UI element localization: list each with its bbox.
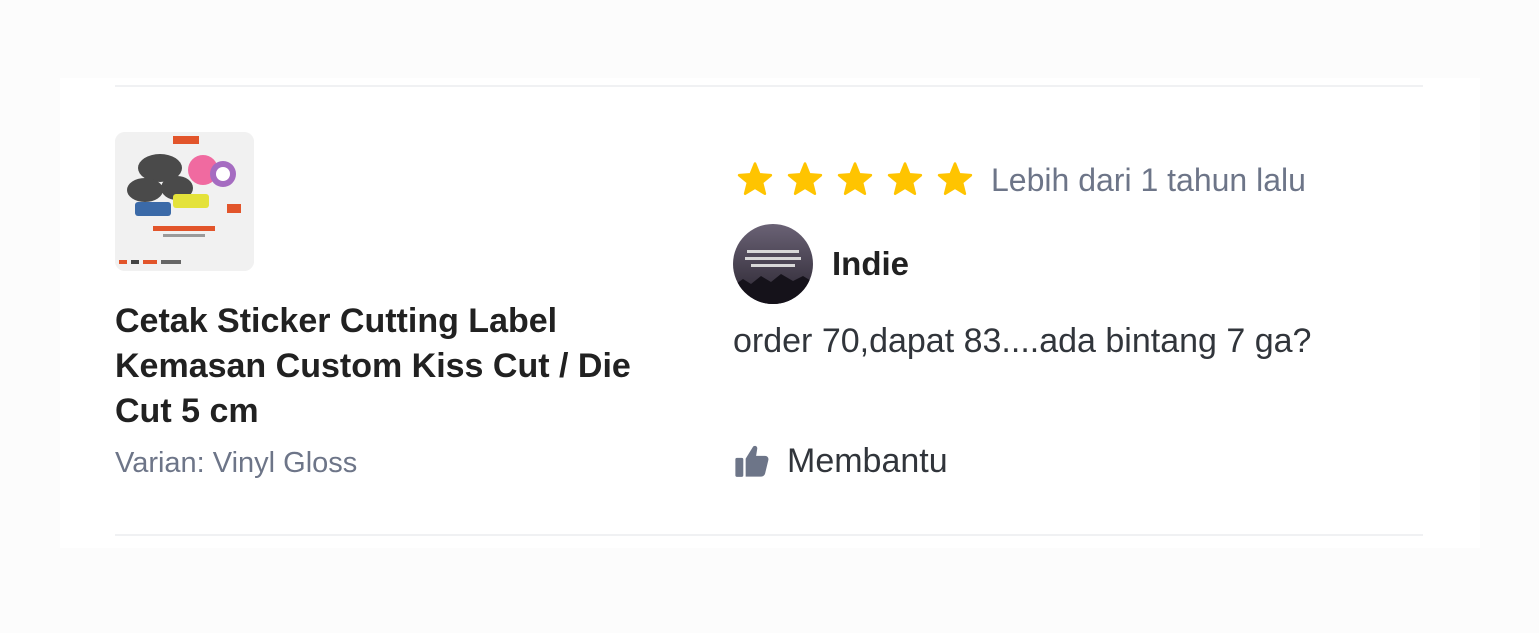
- divider-top: [115, 85, 1423, 87]
- rating-row: Lebih dari 1 tahun lalu: [735, 158, 1306, 202]
- helpful-label: Membantu: [787, 441, 948, 480]
- avatar[interactable]: [733, 224, 813, 304]
- star-icon: [937, 162, 973, 195]
- star-icon: [787, 162, 823, 195]
- reviewer-name: Indie: [832, 245, 910, 282]
- product-image: [115, 132, 254, 271]
- star-rating: [735, 160, 985, 200]
- product-variant: Varian: Vinyl Gloss: [115, 447, 358, 479]
- review-text: order 70,dapat 83....ada bintang 7 ga?: [733, 322, 1312, 360]
- helpful-button[interactable]: Membantu: [733, 436, 948, 486]
- avatar-image: [733, 224, 813, 304]
- star-icon: [837, 162, 873, 195]
- review-time: Lebih dari 1 tahun lalu: [991, 161, 1306, 198]
- product-title[interactable]: Cetak Sticker Cutting Label Kemasan Cust…: [115, 299, 635, 434]
- product-thumbnail[interactable]: [115, 132, 254, 271]
- thumbs-up-icon: [735, 445, 769, 477]
- divider-bottom: [115, 534, 1423, 536]
- star-icon: [887, 162, 923, 195]
- star-icon: [737, 162, 773, 195]
